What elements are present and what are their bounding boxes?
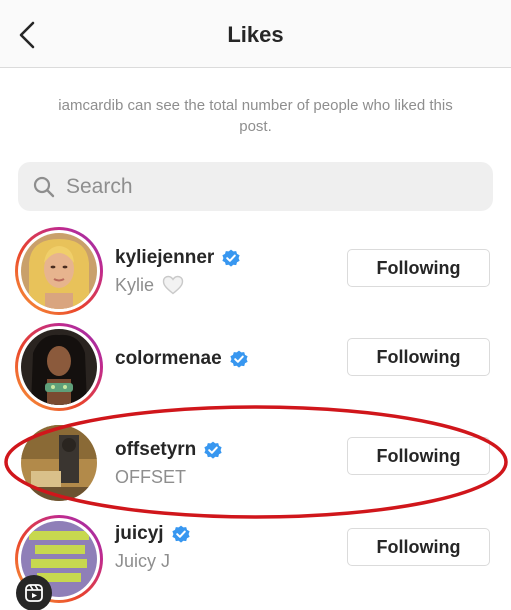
story-ring[interactable] — [15, 227, 103, 315]
search-input[interactable] — [66, 174, 446, 199]
verified-badge-icon — [171, 525, 190, 543]
verified-badge-icon — [222, 249, 240, 267]
avatar — [21, 425, 97, 501]
username-row: kyliejenner — [115, 246, 241, 270]
likes-visibility-notice: iamcardib can see the total number of pe… — [58, 97, 453, 135]
following-button[interactable]: Following — [347, 338, 490, 376]
verified-badge-icon — [204, 441, 222, 459]
story-ring[interactable] — [15, 323, 103, 411]
avatar — [21, 233, 97, 309]
top-bar: Likes — [0, 0, 511, 68]
list-item[interactable]: kyliejenner Kylie Following — [0, 222, 511, 318]
following-button[interactable]: Following — [347, 249, 490, 287]
list-item[interactable]: colormenae Following — [0, 318, 511, 414]
username-row: colormenae — [115, 347, 249, 371]
list-item[interactable]: juicyj Juicy J Following — [0, 510, 511, 606]
full-name: Kylie — [115, 275, 155, 295]
avatar-frame[interactable] — [15, 419, 103, 507]
full-name: OFFSET — [115, 467, 186, 487]
search-icon — [33, 176, 55, 197]
search-bar[interactable] — [18, 162, 493, 211]
username[interactable]: colormenae — [115, 347, 222, 371]
reels-icon — [25, 584, 43, 602]
full-name: Juicy J — [115, 551, 171, 571]
username-row: offsetyrn — [115, 438, 223, 462]
username[interactable]: juicyj — [115, 522, 164, 546]
list-item[interactable]: offsetyrn OFFSET Following — [0, 414, 511, 510]
username[interactable]: offsetyrn — [115, 438, 196, 462]
username[interactable]: kyliejenner — [115, 246, 214, 270]
page-title: Likes — [227, 22, 284, 47]
following-button[interactable]: Following — [347, 437, 490, 475]
white-heart-icon — [162, 275, 184, 295]
verified-badge-icon — [230, 350, 248, 368]
username-row: juicyj — [115, 522, 191, 546]
avatar — [21, 329, 97, 405]
reels-icon-badge[interactable] — [16, 575, 52, 610]
following-button[interactable]: Following — [347, 528, 490, 566]
likes-list: kyliejenner Kylie Following colormenae F… — [0, 222, 511, 606]
